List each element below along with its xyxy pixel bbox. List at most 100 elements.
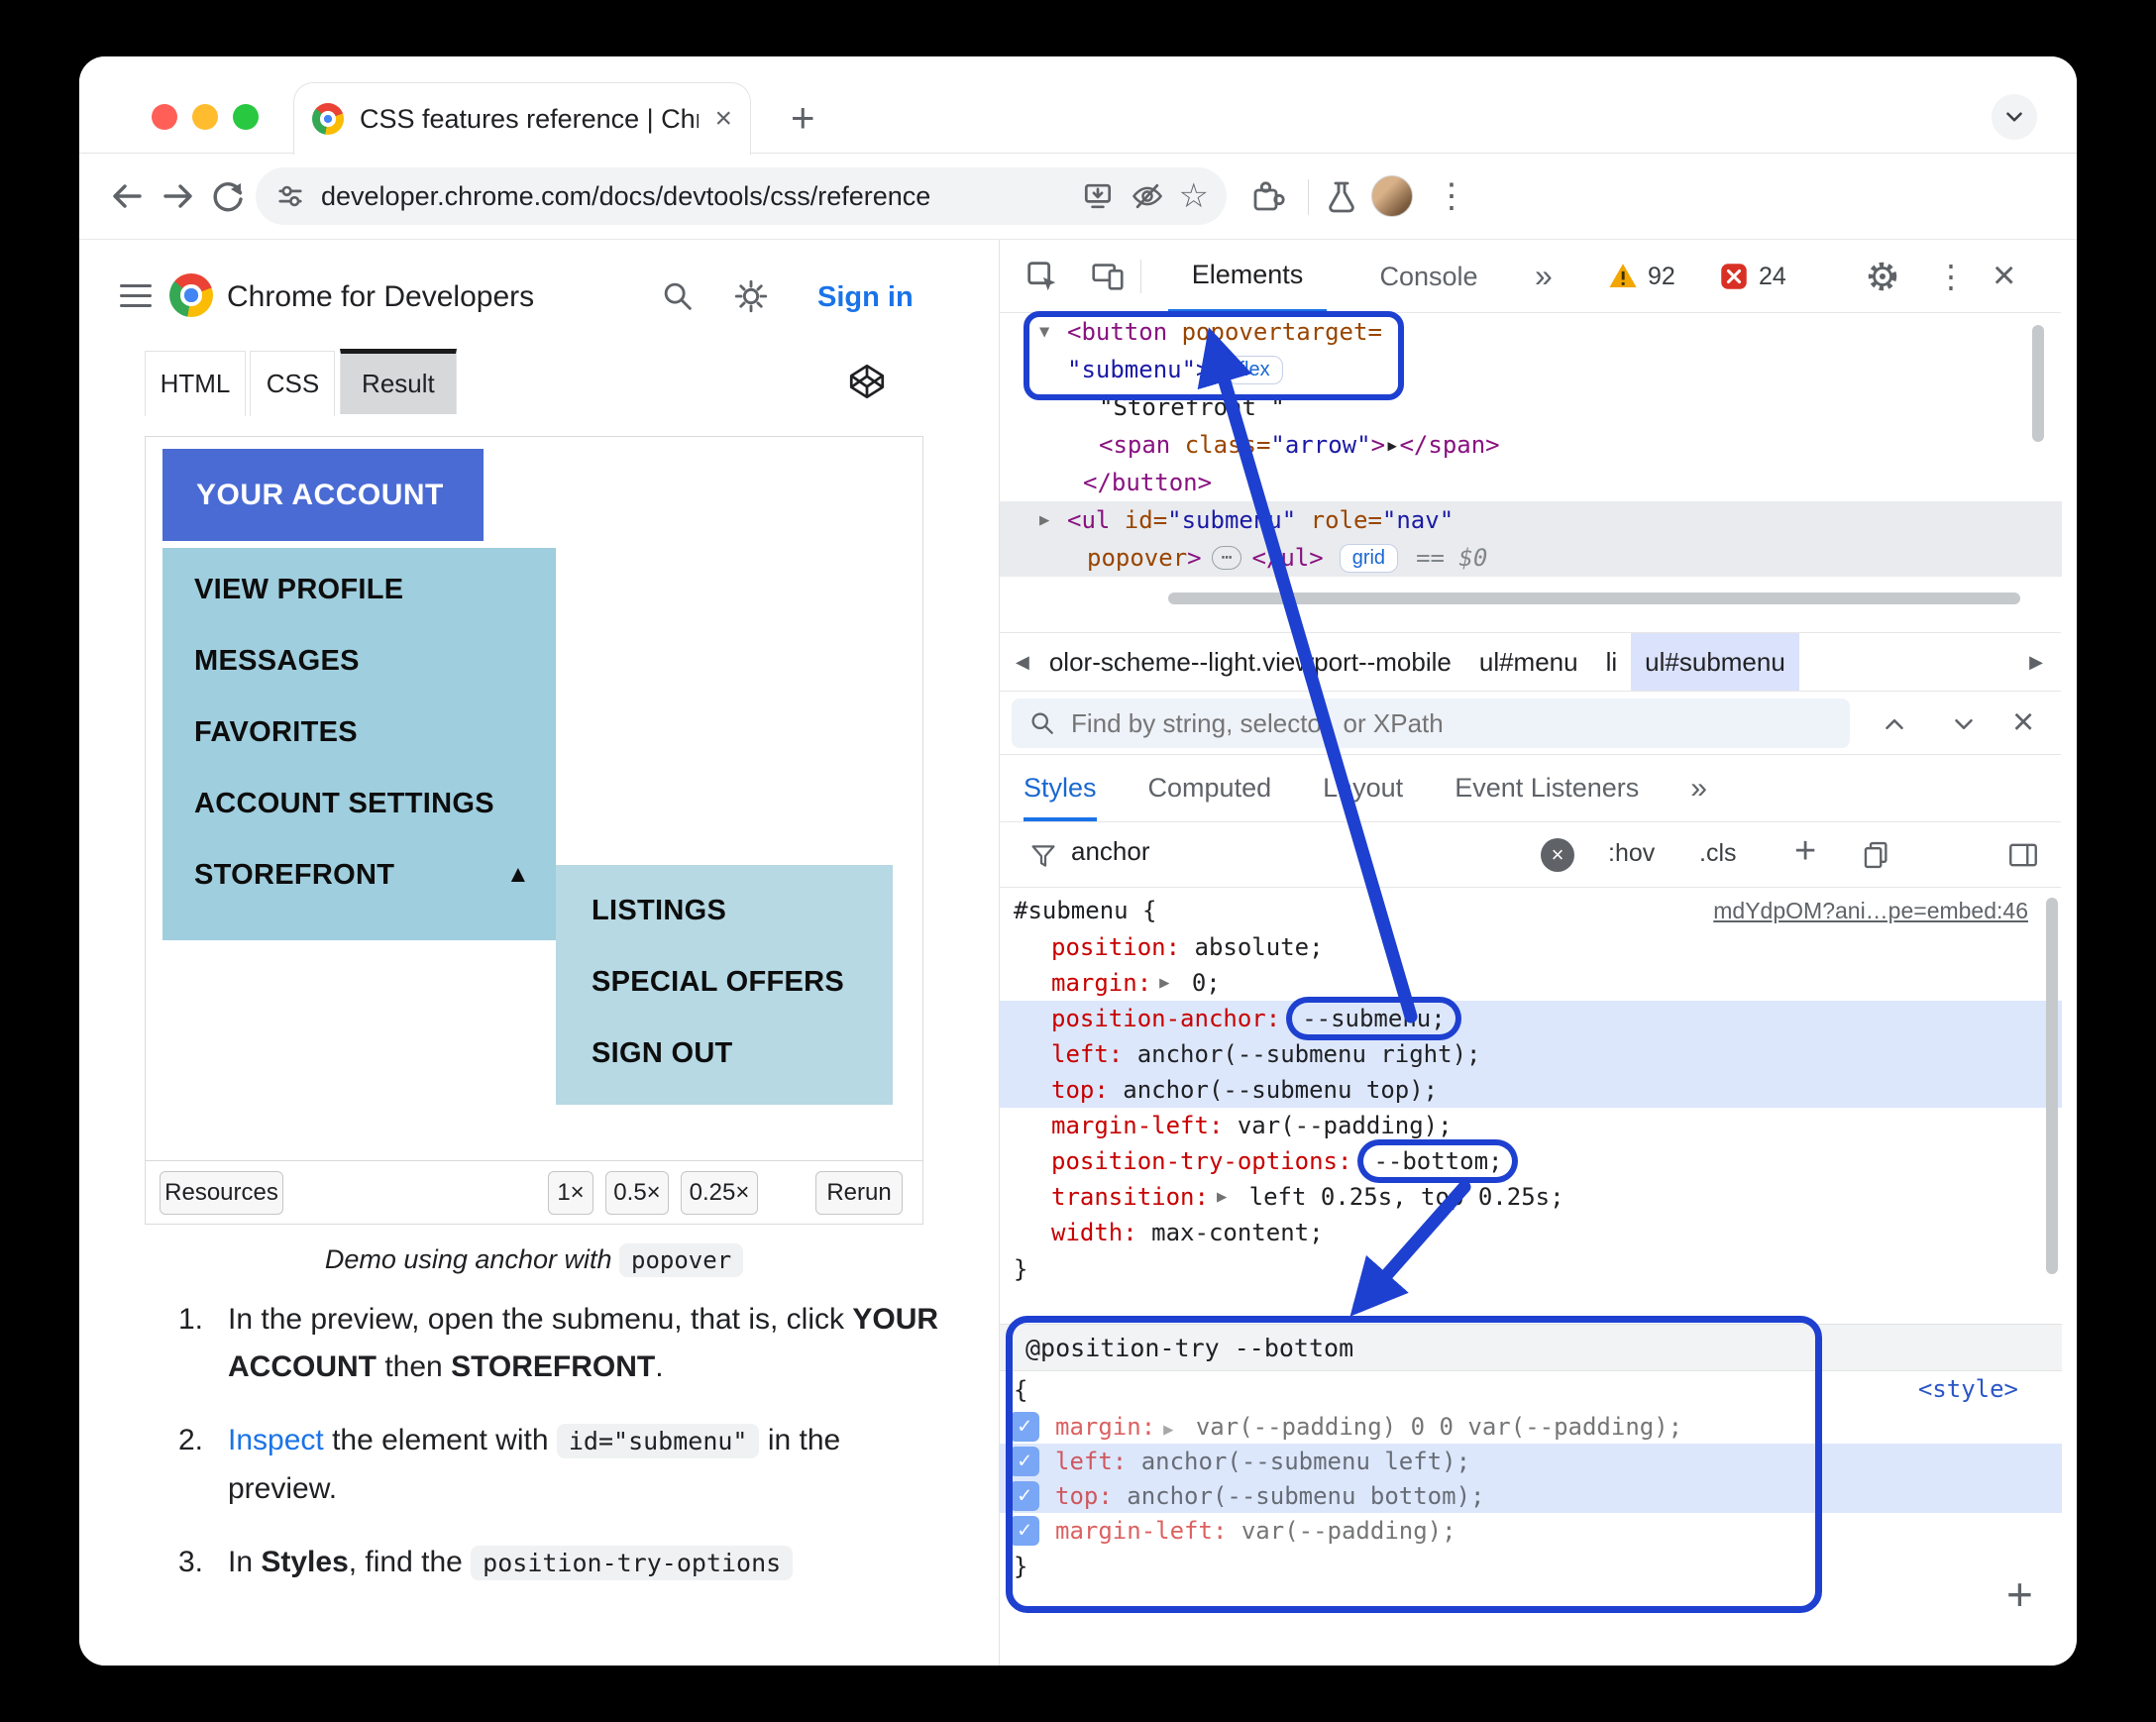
tab-close-icon[interactable]: × [714, 102, 732, 136]
add-rule-plus-icon[interactable]: + [2006, 1567, 2033, 1621]
toggle-hover-button[interactable]: :hov [1608, 839, 1655, 868]
dom-row[interactable]: ▼ <button popovertarget= [1000, 313, 2062, 351]
tab-elements[interactable]: Elements [1168, 240, 1327, 313]
menu-item-favorites[interactable]: FAVORITES [162, 697, 556, 768]
traffic-light-zoom[interactable] [233, 104, 259, 130]
settings-gear-icon[interactable] [1864, 258, 1901, 295]
tab-layout[interactable]: Layout [1323, 755, 1403, 821]
warnings-badge[interactable]: 92 [1606, 260, 1675, 293]
dom-row[interactable]: </button> [1000, 464, 2062, 501]
flex-badge[interactable]: flex [1226, 355, 1283, 384]
copy-styles-icon[interactable] [1860, 838, 1893, 872]
devtools-close-icon[interactable]: × [1993, 254, 2015, 298]
breadcrumb-item[interactable]: li [1592, 633, 1632, 691]
forward-icon[interactable] [159, 176, 198, 216]
css-property-highlighted[interactable]: position-anchor: --submenu; [1000, 1001, 2062, 1036]
tab-event-listeners[interactable]: Event Listeners [1455, 755, 1639, 821]
omnibox[interactable]: ☆ [256, 167, 1227, 225]
breadcrumb-item[interactable]: olor-scheme--light.viewport--mobile [1035, 633, 1465, 691]
css-property[interactable]: position: absolute; [1000, 929, 2062, 965]
your-account-button[interactable]: YOUR ACCOUNT [162, 449, 484, 541]
url-input[interactable] [321, 180, 1066, 212]
css-property-checkbox[interactable]: ✓ left: anchor(--submenu left); [1000, 1444, 2062, 1478]
menu-item-storefront[interactable]: STOREFRONT ▲ [162, 839, 556, 911]
css-property[interactable]: position-try-options: --bottom; [1000, 1143, 2062, 1179]
chevron-down-icon[interactable] [1949, 709, 1979, 739]
clear-filter-icon[interactable]: × [1541, 838, 1574, 872]
tab-search-button[interactable] [1992, 94, 2037, 140]
checkbox-checked[interactable]: ✓ [1010, 1411, 1039, 1442]
css-rule-selector[interactable]: #submenu { mdYdpOM?ani…pe=embed:46 [1000, 892, 2062, 929]
tab-result[interactable]: Result [339, 349, 457, 414]
menu-item-view-profile[interactable]: VIEW PROFILE [162, 554, 556, 625]
expand-triangle-icon[interactable]: ▶ [1209, 1187, 1235, 1207]
css-property-highlighted[interactable]: left: anchor(--submenu right); [1000, 1036, 2062, 1072]
dom-row[interactable]: "submenu"> flex [1000, 351, 2062, 388]
eye-off-icon[interactable] [1130, 178, 1165, 214]
hamburger-menu-icon[interactable] [120, 277, 152, 314]
dom-row-selected[interactable]: ▶ <ul id= "submenu" role= "nav" [1000, 501, 2062, 539]
css-property[interactable]: margin-left: var(--padding); [1000, 1108, 2062, 1143]
expand-triangle-icon[interactable]: ▶ [1155, 1420, 1181, 1440]
search-icon[interactable] [659, 277, 697, 315]
horizontal-scrollbar[interactable] [1168, 592, 2020, 604]
chevron-up-icon[interactable] [1880, 709, 1909, 739]
breadcrumb-next-icon[interactable]: ▶ [2023, 652, 2049, 673]
breadcrumb-prev-icon[interactable]: ◀ [1010, 652, 1035, 673]
css-property-checkbox[interactable]: ✓ top: anchor(--submenu bottom); [1000, 1478, 2062, 1513]
scale-1x-button[interactable]: 1× [548, 1171, 593, 1215]
scale-025x-button[interactable]: 0.25× [681, 1171, 758, 1215]
css-property[interactable]: margin: ▶ 0; [1000, 965, 2062, 1001]
dom-row[interactable]: "Storefront " [1000, 388, 2062, 426]
install-icon[interactable] [1080, 178, 1116, 214]
expand-triangle-icon[interactable]: ▶ [1039, 510, 1067, 530]
css-property[interactable]: width: max-content; [1000, 1215, 2062, 1250]
more-tabs-icon[interactable]: » [1690, 772, 1707, 806]
tab-computed[interactable]: Computed [1148, 755, 1272, 821]
expand-triangle-icon[interactable]: ▶ [1151, 973, 1177, 993]
inspect-element-icon[interactable] [1024, 258, 1061, 295]
dom-vertical-scrollbar[interactable] [2032, 325, 2044, 442]
tab-html[interactable]: HTML [145, 351, 246, 416]
experiments-flask-icon[interactable] [1322, 176, 1361, 216]
css-property[interactable]: transition: ▶ left 0.25s, top 0.25s; [1000, 1179, 2062, 1215]
breadcrumb-item-selected[interactable]: ul#submenu [1631, 633, 1799, 691]
menu-item-account-settings[interactable]: ACCOUNT SETTINGS [162, 768, 556, 839]
grid-badge[interactable]: grid [1339, 543, 1399, 573]
traffic-light-minimize[interactable] [192, 104, 218, 130]
back-icon[interactable] [107, 176, 147, 216]
browser-tab[interactable]: CSS features reference | Chr × [293, 82, 751, 155]
styles-vertical-scrollbar[interactable] [2046, 898, 2058, 1274]
submenu-item-sign-out[interactable]: SIGN OUT [556, 1018, 893, 1089]
reload-icon[interactable] [208, 176, 248, 216]
codepen-cube-icon[interactable] [846, 361, 888, 402]
submenu-item-listings[interactable]: LISTINGS [556, 875, 893, 946]
show-more-icon[interactable]: ⋯ [1211, 546, 1242, 570]
breadcrumb-item[interactable]: ul#menu [1465, 633, 1592, 691]
scale-05x-button[interactable]: 0.5× [605, 1171, 669, 1215]
traffic-light-close[interactable] [152, 104, 177, 130]
extensions-puzzle-icon[interactable] [1246, 176, 1286, 216]
tab-styles[interactable]: Styles [1024, 755, 1097, 821]
tab-console[interactable]: Console [1364, 240, 1493, 313]
stylesheet-link[interactable]: mdYdpOM?ani…pe=embed:46 [1713, 898, 2028, 924]
css-property-checkbox[interactable]: ✓ margin: ▶ var(--padding) 0 0 var(--padd… [1000, 1409, 2062, 1444]
submenu-item-special-offers[interactable]: SPECIAL OFFERS [556, 946, 893, 1018]
profile-avatar[interactable] [1371, 175, 1413, 217]
expand-triangle-icon[interactable]: ▼ [1039, 322, 1067, 342]
checkbox-checked[interactable]: ✓ [1010, 1480, 1039, 1511]
bookmark-star-icon[interactable]: ☆ [1179, 176, 1209, 216]
dom-row[interactable]: <span class= "arrow" > ▸ </span> [1000, 426, 2062, 464]
site-settings-icon[interactable] [273, 179, 307, 213]
css-property-highlighted[interactable]: top: anchor(--submenu top); [1000, 1072, 2062, 1108]
checkbox-checked[interactable]: ✓ [1010, 1446, 1039, 1476]
toggle-class-button[interactable]: .cls [1699, 839, 1737, 868]
theme-sun-icon[interactable] [732, 277, 770, 315]
browser-menu-icon[interactable]: ⋮ [1435, 176, 1468, 216]
inspect-link[interactable]: Inspect [228, 1424, 324, 1456]
style-tag-link[interactable]: <style> [1918, 1375, 2018, 1403]
filter-input[interactable] [1071, 836, 1507, 867]
find-input[interactable] [1071, 707, 1834, 739]
dom-row-selected[interactable]: popover > ⋯ </ul> grid == $0 [1000, 539, 2062, 577]
errors-badge[interactable]: 24 [1717, 260, 1786, 293]
